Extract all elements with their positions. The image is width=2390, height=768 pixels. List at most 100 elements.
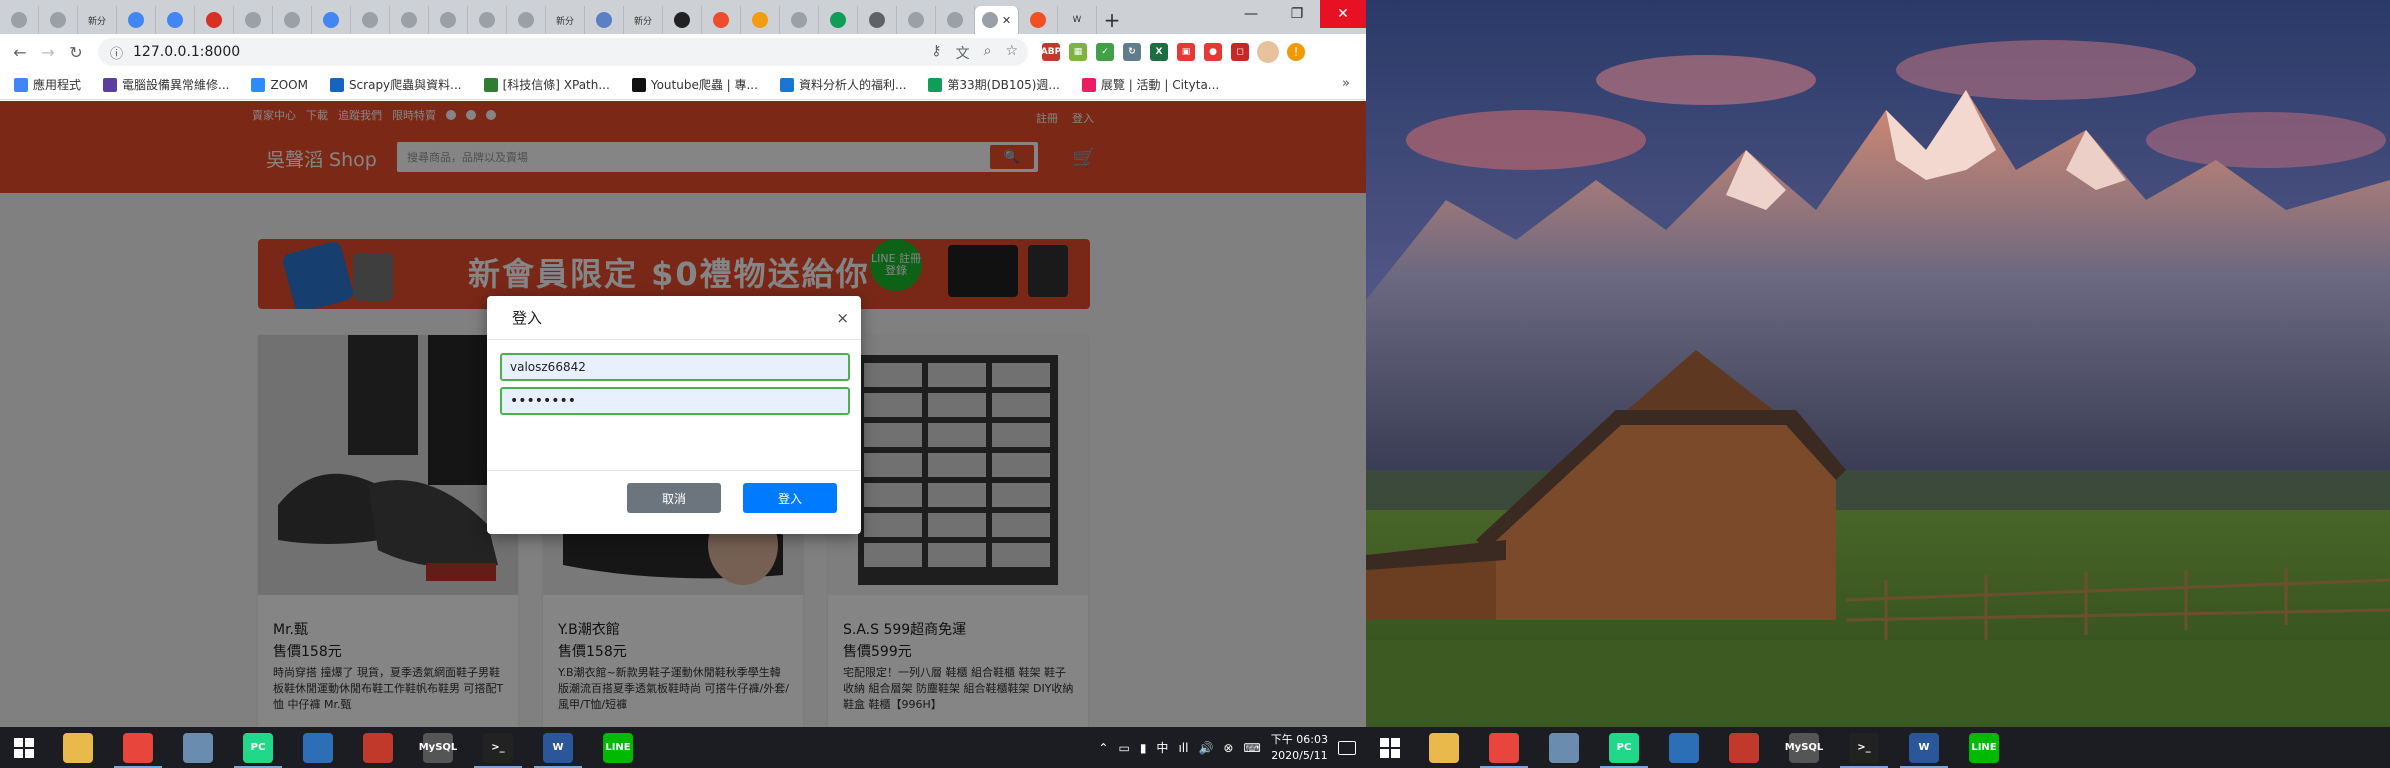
- browser-tab[interactable]: [585, 6, 624, 34]
- profile-avatar[interactable]: [1257, 41, 1279, 63]
- extension-icon[interactable]: ABP: [1041, 43, 1061, 61]
- address-bar[interactable]: ⓘ 127.0.0.1:8000 ⚷ 文 ⌕ ☆: [98, 38, 1028, 66]
- browser-tab[interactable]: [273, 6, 312, 34]
- taskbar-app[interactable]: [108, 727, 168, 768]
- browser-tab[interactable]: [936, 6, 975, 34]
- extension-icon[interactable]: ●: [1204, 43, 1222, 61]
- browser-tab[interactable]: [156, 6, 195, 34]
- browser-tab[interactable]: [702, 6, 741, 34]
- back-button[interactable]: ←: [6, 38, 34, 66]
- extension-icon[interactable]: ✓: [1096, 43, 1114, 61]
- browser-tab[interactable]: 新分: [624, 6, 663, 34]
- taskbar-app[interactable]: [288, 727, 348, 768]
- bookmark-item[interactable]: 電腦設備異常維修...: [103, 76, 229, 93]
- start-button[interactable]: [0, 727, 48, 768]
- new-tab-button[interactable]: +: [1097, 6, 1127, 34]
- battery-icon[interactable]: ▮: [1140, 741, 1147, 755]
- browser-tab[interactable]: [819, 6, 858, 34]
- taskbar-app[interactable]: >_: [468, 727, 528, 768]
- volume-icon[interactable]: 🔊: [1198, 741, 1213, 755]
- browser-tab[interactable]: 新分: [78, 6, 117, 34]
- browser-tab-active[interactable]: ✕: [975, 6, 1019, 34]
- extension-icon[interactable]: ▦: [1069, 43, 1087, 61]
- notification-icon[interactable]: [1338, 740, 1356, 755]
- bookmark-item[interactable]: 應用程式: [14, 76, 81, 93]
- zoom-icon[interactable]: ⌕: [984, 43, 992, 63]
- extension-icon[interactable]: X: [1150, 43, 1168, 61]
- taskbar-app[interactable]: >_: [1834, 727, 1894, 768]
- browser-tab[interactable]: [468, 6, 507, 34]
- browser-tab[interactable]: [897, 6, 936, 34]
- maximize-button[interactable]: ❐: [1274, 0, 1320, 28]
- bookmark-item[interactable]: Youtube爬蟲 | 專...: [631, 76, 758, 93]
- taskbar-app[interactable]: W: [1894, 727, 1954, 768]
- close-icon[interactable]: ×: [836, 309, 849, 327]
- taskbar-app[interactable]: [1414, 727, 1474, 768]
- taskbar-app[interactable]: LINE: [1954, 727, 2014, 768]
- star-icon[interactable]: ☆: [1005, 43, 1018, 63]
- close-tab-icon[interactable]: ✕: [1002, 14, 1011, 27]
- taskbar-app[interactable]: PC: [228, 727, 288, 768]
- browser-tab[interactable]: [117, 6, 156, 34]
- browser-tab[interactable]: 新分: [546, 6, 585, 34]
- bookmark-item[interactable]: ZOOM: [251, 77, 308, 92]
- browser-tab[interactable]: [780, 6, 819, 34]
- usb-icon[interactable]: ▭: [1118, 741, 1129, 755]
- taskbar-app[interactable]: [1654, 727, 1714, 768]
- browser-tab[interactable]: [0, 6, 39, 34]
- extension-icon[interactable]: ↻: [1123, 43, 1141, 61]
- close-window-button[interactable]: ✕: [1320, 0, 1366, 28]
- browser-tab[interactable]: [234, 6, 273, 34]
- keyboard-icon[interactable]: ⌨: [1243, 741, 1260, 755]
- taskbar-app[interactable]: W: [528, 727, 588, 768]
- reload-button[interactable]: ↻: [62, 38, 90, 66]
- clock[interactable]: 下午 06:03 2020/5/11: [1271, 732, 1328, 764]
- taskbar-app[interactable]: [1714, 727, 1774, 768]
- chevron-up-icon[interactable]: ⌃: [1098, 741, 1108, 755]
- key-icon[interactable]: ⚷: [931, 43, 941, 63]
- site-info-icon[interactable]: ⓘ: [110, 43, 123, 62]
- bookmark-item[interactable]: Scrapy爬蟲與資料...: [329, 76, 462, 93]
- username-field[interactable]: valosz66842: [500, 353, 850, 381]
- ime-icon[interactable]: 中: [1156, 739, 1168, 756]
- translate-icon[interactable]: 文: [956, 43, 970, 63]
- taskbar-app[interactable]: MySQL: [408, 727, 468, 768]
- bookmark-item[interactable]: 展覽 | 活動 | Cityta...: [1081, 76, 1219, 93]
- forward-button[interactable]: →: [34, 38, 62, 66]
- wifi-icon[interactable]: ıll: [1178, 741, 1188, 755]
- start-button-secondary[interactable]: [1366, 727, 1414, 768]
- taskbar-app[interactable]: [48, 727, 108, 768]
- taskbar-app[interactable]: PC: [1594, 727, 1654, 768]
- browser-tab[interactable]: [1019, 6, 1058, 34]
- browser-tab[interactable]: [507, 6, 546, 34]
- bookmark-item[interactable]: 第33期(DB105)週...: [928, 76, 1060, 93]
- extension-icon[interactable]: ◻: [1231, 43, 1249, 61]
- browser-tab[interactable]: [351, 6, 390, 34]
- browser-tab[interactable]: [741, 6, 780, 34]
- browser-tab[interactable]: [312, 6, 351, 34]
- taskbar-app[interactable]: MySQL: [1774, 727, 1834, 768]
- browser-tab[interactable]: W: [1058, 6, 1097, 34]
- login-button[interactable]: 登入: [743, 483, 837, 513]
- stop-icon[interactable]: ⊗: [1223, 741, 1233, 755]
- browser-tab[interactable]: [858, 6, 897, 34]
- minimize-button[interactable]: —: [1228, 0, 1274, 28]
- taskbar-app[interactable]: [348, 727, 408, 768]
- browser-tab[interactable]: [195, 6, 234, 34]
- browser-tab[interactable]: [390, 6, 429, 34]
- password-field[interactable]: ••••••••: [500, 387, 850, 415]
- browser-tab[interactable]: [663, 6, 702, 34]
- browser-tab[interactable]: [39, 6, 78, 34]
- taskbar-app[interactable]: LINE: [588, 727, 648, 768]
- taskbar-app[interactable]: [1474, 727, 1534, 768]
- bookmark-item[interactable]: 資料分析人的福利...: [779, 76, 906, 93]
- taskbar-app[interactable]: [168, 727, 228, 768]
- extension-icon[interactable]: ▣: [1177, 43, 1195, 61]
- bookmark-icon: [596, 12, 612, 28]
- cancel-button[interactable]: 取消: [627, 483, 721, 513]
- bookmarks-more-button[interactable]: »: [1342, 76, 1350, 91]
- bookmark-item[interactable]: [科技信條] XPath...: [483, 76, 610, 93]
- browser-tab[interactable]: [429, 6, 468, 34]
- taskbar-app[interactable]: [1534, 727, 1594, 768]
- chrome-menu-button[interactable]: !: [1287, 43, 1305, 61]
